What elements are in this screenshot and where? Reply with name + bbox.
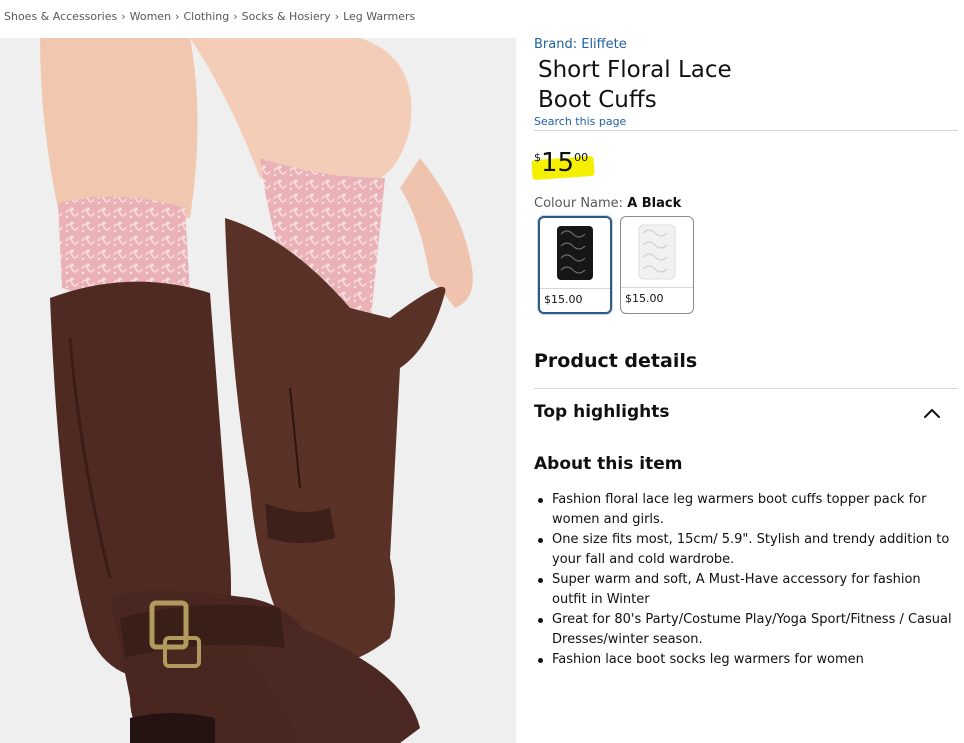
product-title-line: Short Floral Lace (538, 57, 732, 83)
breadcrumb: Shoes & Accessories › Women › Clothing › Socks… (4, 10, 415, 23)
white-lace-cuff-image (638, 224, 676, 280)
search-this-page-link[interactable]: Search this page (534, 115, 958, 129)
breadcrumb-link[interactable]: Socks & Hosiery (242, 10, 331, 23)
brand-link[interactable]: Brand: Eliffete (534, 36, 958, 54)
swatch-thumb (540, 218, 610, 289)
swatch-thumb (621, 217, 693, 288)
boot-cuffs-photo (0, 38, 516, 743)
price-whole: 15 (541, 148, 575, 178)
price-block: $ 15 00 (531, 148, 595, 181)
breadcrumb-link[interactable]: Shoes & Accessories (4, 10, 117, 23)
list-item: One size fits most, 15cm/ 5.9". Stylish … (534, 530, 958, 570)
breadcrumb-link[interactable]: Leg Warmers (343, 10, 415, 23)
product-details-heading: Product details (534, 350, 698, 372)
product-title: Short Floral Lace Boot Cuffs (538, 55, 798, 115)
swatch-price: $15.00 (625, 292, 664, 305)
product-title-line: Boot Cuffs (538, 87, 657, 113)
breadcrumb-separator: › (175, 10, 180, 23)
colour-selected-value: A Black (627, 196, 682, 211)
list-item: Fashion floral lace leg warmers boot cuf… (534, 490, 958, 530)
breadcrumb-separator: › (334, 10, 340, 23)
product-main-image[interactable] (0, 38, 516, 743)
product-info-panel: Brand: Eliffete Short Floral Lace Boot C… (531, 36, 958, 667)
breadcrumb-link[interactable]: Women (130, 10, 171, 23)
breadcrumb-link[interactable]: Clothing (183, 10, 229, 23)
swatch-white[interactable]: $15.00 (620, 216, 694, 314)
about-this-item-heading: About this item (534, 454, 683, 474)
list-item: Great for 80's Party/Costume Play/Yoga S… (534, 610, 958, 650)
swatch-a-black[interactable]: $15.00 (538, 216, 612, 314)
about-bullets-list: Fashion floral lace leg warmers boot cuf… (534, 490, 958, 670)
breadcrumb-separator: › (233, 10, 238, 23)
breadcrumb-separator: › (121, 10, 126, 23)
list-item: Super warm and soft, A Must-Have accesso… (534, 570, 958, 610)
colour-name-row: Colour Name: A Black (534, 196, 681, 211)
section-divider (534, 388, 958, 389)
colour-swatches: $15.00 $15.00 (538, 216, 694, 314)
list-item: Fashion lace boot socks leg warmers for … (534, 650, 958, 670)
title-divider (534, 130, 958, 131)
swatch-price: $15.00 (544, 293, 583, 306)
black-lace-cuff-image (557, 226, 593, 280)
price-fraction: 00 (574, 151, 589, 164)
chevron-up-icon[interactable] (922, 406, 942, 420)
colour-label: Colour Name: (534, 196, 624, 211)
price-symbol: $ (534, 151, 541, 164)
top-highlights-toggle[interactable]: Top highlights (534, 402, 669, 422)
